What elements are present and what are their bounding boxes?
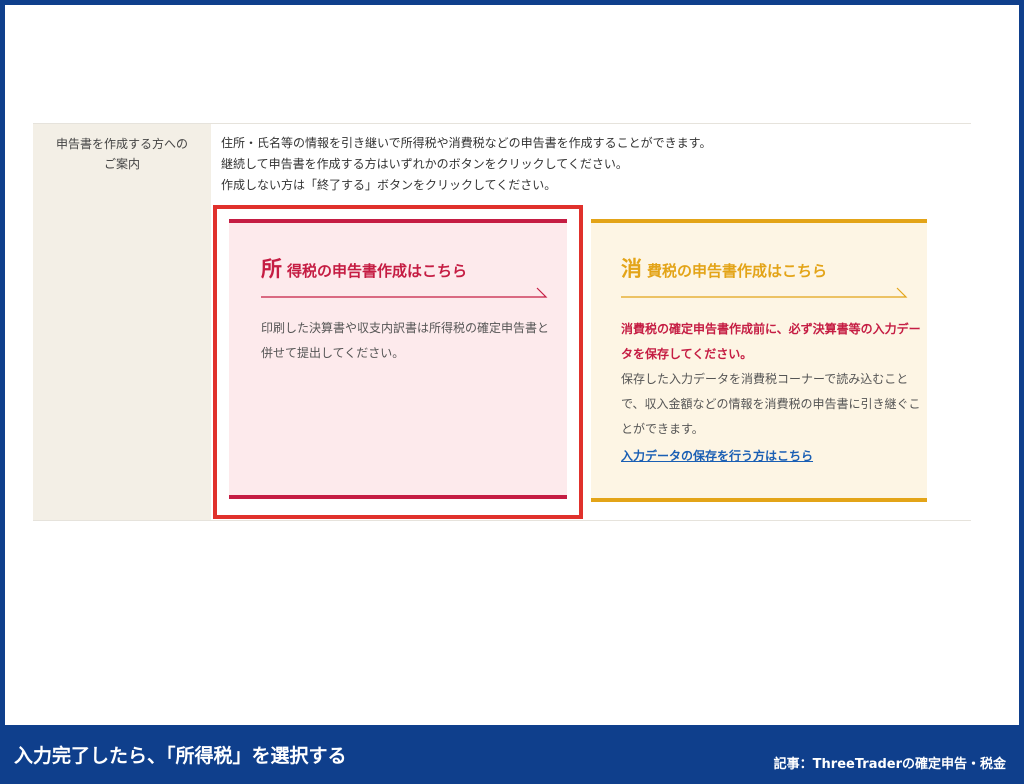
income-tax-button[interactable]: 所 得税の申告書作成はこちら 印刷した決算書や収支内訳書は所得税の確定申告書と併… [229, 219, 567, 499]
income-tax-heading-initial: 所 [261, 257, 282, 281]
income-tax-heading-text: 得税の申告書作成はこちら [287, 262, 468, 280]
consumption-tax-description: 保存した入力データを消費税コーナーで読み込むことで、収入金額などの情報を消費税の… [621, 372, 921, 436]
consumption-tax-heading-initial: 消 [621, 257, 642, 281]
arrow-underline-icon [621, 287, 908, 298]
instruction-line: 継続して申告書を作成する方はいずれかのボタンをクリックしてください。 [221, 157, 628, 171]
guide-label: 申告書を作成する方への ご案内 [33, 124, 211, 520]
consumption-tax-button[interactable]: 消 費税の申告書作成はこちら 消費税の確定申告書作成前に、必ず決算書等の入力デー… [591, 219, 927, 502]
instruction-line: 作成しない方は「終了する」ボタンをクリックしてください。 [221, 178, 557, 192]
instruction-line: 住所・氏名等の情報を引き継いで所得税や消費税などの申告書を作成することができます… [221, 136, 712, 150]
income-tax-heading: 所 得税の申告書作成はこちら [261, 257, 467, 281]
instructions: 住所・氏名等の情報を引き継いで所得税や消費税などの申告書を作成することができます… [221, 133, 971, 196]
caption-text: 入力完了したら、「所得税」を選択する [14, 745, 347, 767]
consumption-tax-heading: 消 費税の申告書作成はこちら [621, 257, 827, 281]
guide-label-line2: ご案内 [103, 157, 140, 171]
article-credit: 記事：ThreeTraderの確定申告・税金 [773, 757, 1006, 772]
arrow-underline-icon [261, 287, 548, 298]
income-tax-description: 印刷した決算書や収支内訳書は所得税の確定申告書と併せて提出してください。 [261, 321, 550, 360]
consumption-tax-warning: 消費税の確定申告書作成前に、必ず決算書等の入力データを保存してください。 [621, 322, 921, 361]
consumption-tax-heading-text: 費税の申告書作成はこちら [647, 262, 828, 280]
save-input-data-link[interactable]: 入力データの保存を行う方はこちら [621, 447, 813, 464]
guide-label-line1: 申告書を作成する方への [55, 137, 188, 151]
